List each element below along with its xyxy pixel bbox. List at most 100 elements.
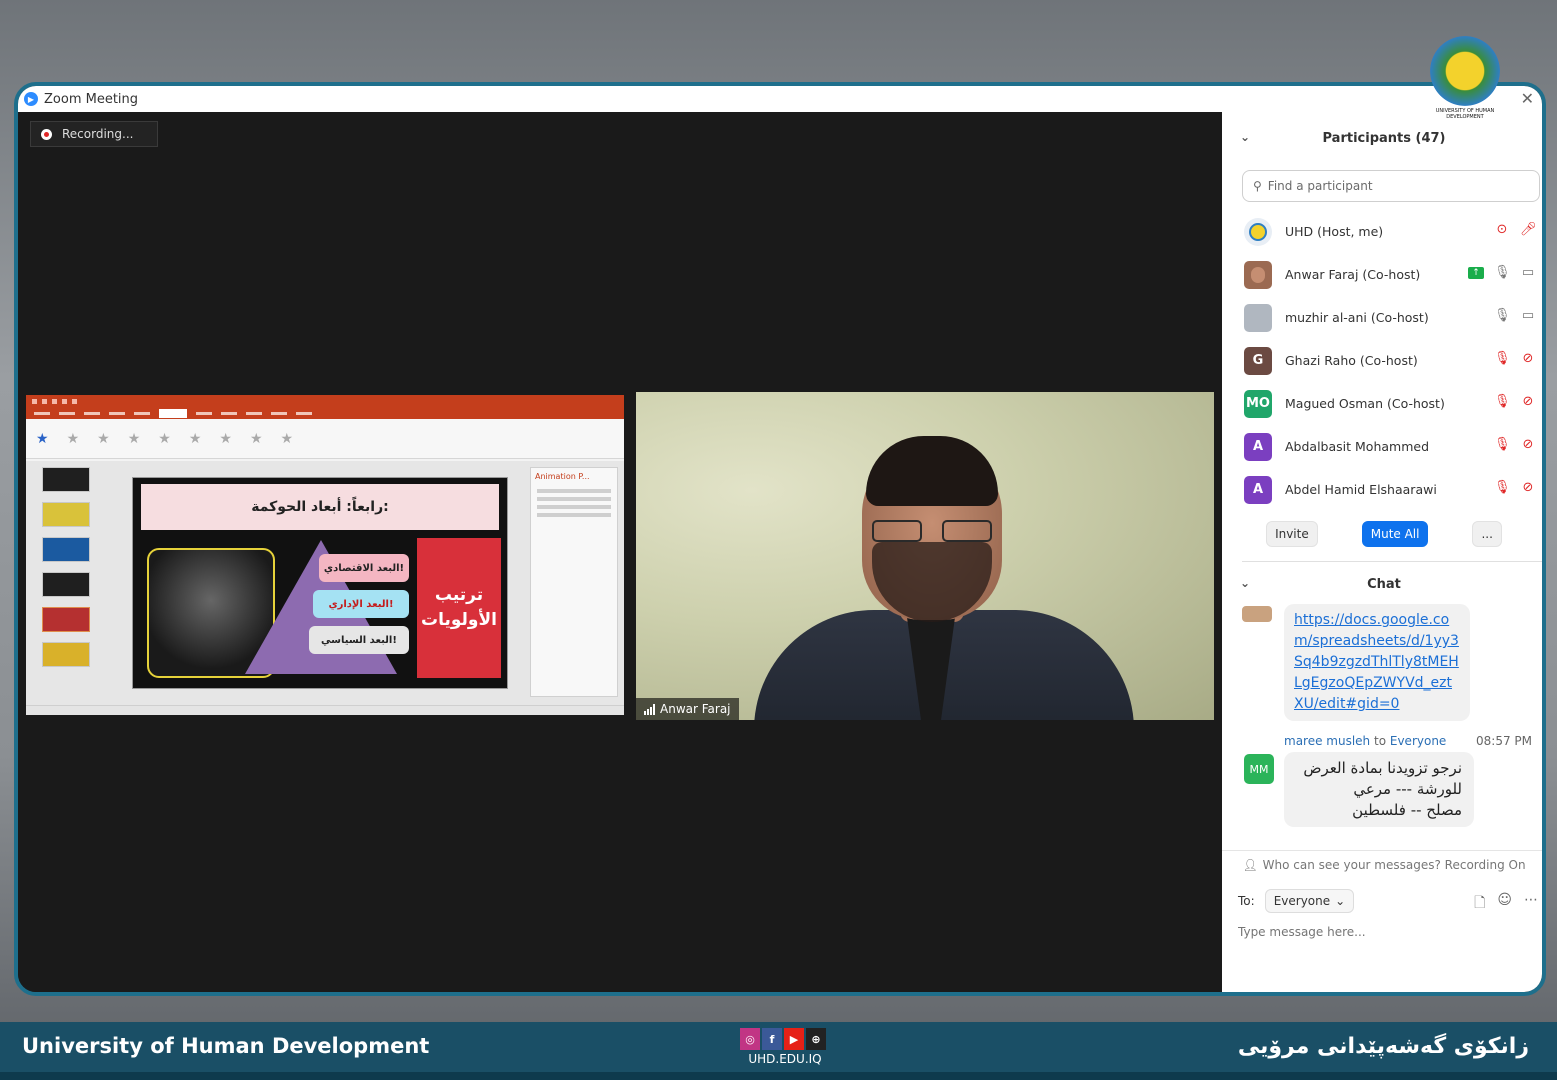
recipient-select[interactable]: Everyone ⌄ [1264,889,1355,913]
screen-share-icon: ↑ [1468,267,1484,279]
chat-message-input[interactable] [1238,920,1534,944]
powerpoint-status-bar [26,705,624,715]
slide-title: رابعاً: أبعاد الحوكمة: [141,484,499,530]
chat-time: 08:57 PM [1476,734,1532,748]
chat-privacy-note[interactable]: 👤︎ Who can see your messages? Recording … [1222,850,1542,878]
facebook-icon[interactable]: f [762,1028,782,1050]
participant-row[interactable]: muzhir al-ani (Co-host) 🎙︎ ▭ [1222,296,1542,339]
more-button[interactable]: ... [1472,521,1502,547]
video-off-icon[interactable]: ⊘ [1520,437,1536,453]
invite-button[interactable]: Invite [1266,521,1318,547]
video-camera-icon[interactable]: ▭ [1520,308,1536,324]
chat-message-line: نرجو تزويدنا بمادة العرض [1303,759,1462,777]
animation-star-icon: ★ [249,430,263,447]
mic-muted-icon[interactable]: 🎙︎ [1494,480,1511,496]
youtube-icon[interactable]: ▶ [784,1028,804,1050]
divider [1242,561,1542,562]
chevron-down-icon[interactable]: ⌄ [1240,576,1250,590]
logo-emblem [1430,36,1500,106]
chat-header: ⌄ Chat [1222,564,1542,604]
chat-messages: https://docs.google.com/spreadsheets/d/1… [1222,604,1542,844]
mic-muted-icon[interactable]: 🎙︎ [1494,351,1511,367]
footer-kurdish-name: زانكۆی گەشەپێدانی مرۆیی [1237,1034,1529,1059]
animation-pane-title: Animation P... [535,472,590,481]
mic-muted-icon[interactable]: 🎤︎ [1520,222,1537,238]
chat-recipient: Everyone [1389,734,1447,748]
slide-thumbnails [30,467,90,697]
current-slide: رابعاً: أبعاد الحوكمة: البعد الاقتصادي! … [132,477,508,689]
chevron-down-icon[interactable]: ⌄ [1240,130,1250,144]
avatar: MM [1244,754,1274,784]
powerpoint-animation-ribbon: ★ ★ ★ ★ ★ ★ ★ ★ ★ [26,419,624,459]
side-panel: ⌄ Participants (47) ⚲ Find a participant… [1222,112,1542,992]
priority-box: ترتيب الأولويات [417,538,501,678]
avatar: G [1244,346,1272,375]
instagram-icon[interactable]: ◎ [740,1028,760,1050]
slide-item: البعد الاقتصادي! [319,554,409,582]
participant-actions: Invite Mute All ... [1222,517,1542,551]
speaker-hair [866,436,998,506]
mute-all-button[interactable]: Mute All [1361,521,1429,547]
video-off-icon[interactable]: ⊘ [1520,394,1536,410]
window-titlebar: ▶ Zoom Meeting ✕ [18,86,1542,112]
close-icon[interactable]: ✕ [1521,89,1534,108]
slide-item: البعد الإداري! [313,590,409,618]
avatar [1244,303,1272,332]
chat-to-word: to [1374,734,1387,748]
participant-row[interactable]: MO Magued Osman (Co-host) 🎙︎ ⊘ [1222,382,1542,425]
recording-indicator[interactable]: Recording... [30,121,158,147]
animation-star-icon: ★ [127,430,141,447]
participant-row[interactable]: A Abdalbasit Mohammed 🎙︎ ⊘ [1222,425,1542,468]
chat-sender: maree musleh [1284,734,1371,748]
mic-icon[interactable]: 🎙︎ [1494,308,1511,324]
speaker-video-tile[interactable]: Anwar Faraj [636,392,1214,720]
participant-row[interactable]: G Ghazi Raho (Co-host) 🎙︎ ⊘ [1222,339,1542,382]
signal-strength-icon [644,703,655,715]
avatar: A [1244,432,1272,461]
avatar: A [1244,475,1272,504]
video-camera-icon[interactable]: ▭ [1520,265,1536,281]
speaker-name: Anwar Faraj [660,702,731,716]
participant-row[interactable]: A Abdel Hamid Elshaarawi 🎙︎ ⊘ [1222,468,1542,511]
shared-screen-tile[interactable]: ★ ★ ★ ★ ★ ★ ★ ★ ★ رابعاً: أبعاد الحوكمة: [26,395,624,715]
chat-message-line: للورشة --- مرعي [1353,780,1462,798]
search-placeholder: Find a participant [1267,179,1373,193]
video-off-icon[interactable]: ⊘ [1520,480,1536,496]
recording-label: Recording... [62,127,134,141]
chat-to-row: To: Everyone ⌄ 🗋︎ ☺ ⋯ [1238,888,1538,914]
animation-star-icon: ★ [219,430,232,447]
video-area: Recording... ★ ★ ★ ★ ★ ★ ★ ★ ★ رابعاً: أ… [18,112,1222,992]
record-icon [41,128,52,140]
animation-star-icon: ★ [158,430,171,447]
speaker-glasses [872,520,992,542]
footer-url[interactable]: UHD.EDU.IQ [740,1052,830,1066]
mic-icon[interactable]: 🎙︎ [1494,265,1511,281]
animation-star-icon: ★ [188,430,202,447]
window-title: Zoom Meeting [44,91,139,107]
mic-muted-icon[interactable]: 🎙︎ [1494,394,1511,410]
powerpoint-quick-access-bar [26,395,624,407]
participant-search-input[interactable]: ⚲ Find a participant [1242,170,1540,202]
participant-row[interactable]: Anwar Faraj (Co-host) ↑ 🎙︎ ▭ [1222,253,1542,296]
participants-title: Participants (47) [1322,130,1446,146]
mic-muted-icon[interactable]: 🎙︎ [1494,437,1511,453]
emoji-icon[interactable]: ☺ [1497,892,1512,916]
participants-header: ⌄ Participants (47) [1222,118,1542,158]
slide-item: البعد السياسي! [309,626,409,654]
footer-strip [0,1072,1557,1080]
video-off-icon[interactable]: ⊘ [1520,351,1536,367]
powerpoint-workspace: رابعاً: أبعاد الحوكمة: البعد الاقتصادي! … [26,461,624,705]
zoom-camera-icon: ▶ [24,92,38,106]
animation-pane: Animation P... [530,467,618,697]
avatar [1242,606,1272,622]
participant-list: UHD (Host, me) ⊙ 🎤︎ Anwar Faraj (Co-host… [1222,210,1542,511]
chevron-down-icon: ⌄ [1335,894,1346,908]
chat-link-message[interactable]: https://docs.google.com/spreadsheets/d/1… [1284,604,1470,721]
web-icon[interactable]: ⊕ [806,1028,826,1050]
preview-star-icon: ★ [36,430,49,447]
file-icon[interactable]: 🗋︎ [1474,892,1485,916]
participant-row[interactable]: UHD (Host, me) ⊙ 🎤︎ [1222,210,1542,253]
animation-star-icon: ★ [66,430,80,447]
powerpoint-ribbon-tabs [26,407,624,419]
more-icon[interactable]: ⋯ [1524,892,1538,916]
